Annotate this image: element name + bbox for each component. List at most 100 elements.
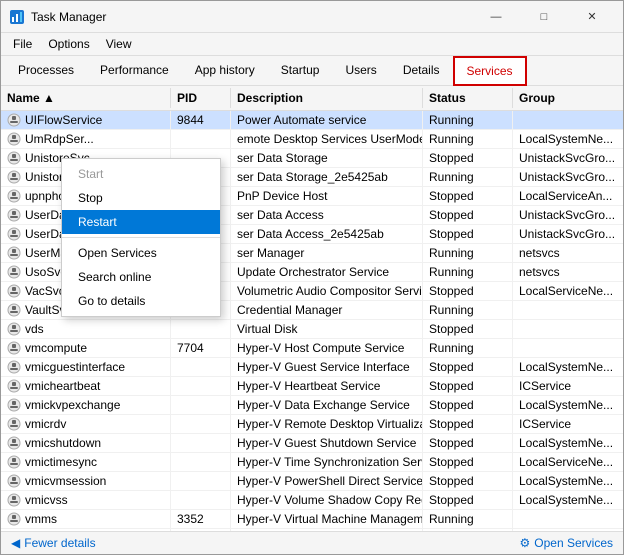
table-row[interactable]: vmicrdv Hyper-V Remote Desktop Virtualiz… <box>1 415 623 434</box>
footer: ◀ Fewer details ⚙ Open Services <box>1 531 623 554</box>
table-row[interactable]: vmicheartbeat Hyper-V Heartbeat Service … <box>1 377 623 396</box>
table-row[interactable]: vmicguestinterface Hyper-V Guest Service… <box>1 358 623 377</box>
cell-name: vmicrdv <box>1 415 171 433</box>
cell-description: Hyper-V Heartbeat Service <box>231 377 423 395</box>
window-title: Task Manager <box>31 10 473 24</box>
chevron-up-icon: ◀ <box>11 536 20 550</box>
tab-processes[interactable]: Processes <box>5 56 87 85</box>
cell-status: Running <box>423 244 513 262</box>
tab-details[interactable]: Details <box>390 56 453 85</box>
cell-name: vmcompute <box>1 339 171 357</box>
fewer-details-button[interactable]: ◀ Fewer details <box>11 536 96 550</box>
cell-pid: 9844 <box>171 111 231 129</box>
service-icon <box>7 284 21 298</box>
table-row[interactable]: UmRdpSer... emote Desktop Services UserM… <box>1 130 623 149</box>
cell-description: Power Automate service <box>231 111 423 129</box>
table-row[interactable]: vds Virtual Disk Stopped <box>1 320 623 339</box>
col-group[interactable]: Group <box>513 88 623 108</box>
cell-description: Virtual Disk <box>231 320 423 338</box>
menu-view[interactable]: View <box>100 35 138 53</box>
service-icon <box>7 474 21 488</box>
cell-description: ser Manager <box>231 244 423 262</box>
col-pid[interactable]: PID <box>171 88 231 108</box>
service-icon <box>7 379 21 393</box>
minimize-button[interactable]: — <box>473 2 519 32</box>
tab-app-history[interactable]: App history <box>182 56 268 85</box>
service-icon <box>7 246 21 260</box>
cell-description: ser Data Storage_2e5425ab <box>231 168 423 186</box>
cell-status: Stopped <box>423 320 513 338</box>
cell-pid <box>171 491 231 509</box>
table-row[interactable]: UIFlowService 9844 Power Automate servic… <box>1 111 623 130</box>
table-row[interactable]: vmictimesync Hyper-V Time Synchronizatio… <box>1 453 623 472</box>
service-icon <box>7 360 21 374</box>
cell-group: UnistackSvcGro... <box>513 149 623 167</box>
col-name[interactable]: Name ▲ <box>1 88 171 108</box>
col-description[interactable]: Description <box>231 88 423 108</box>
cell-name: VSS <box>1 529 171 531</box>
table-row[interactable]: vmickvpexchange Hyper-V Data Exchange Se… <box>1 396 623 415</box>
cell-group: LocalSystemNe... <box>513 396 623 414</box>
open-services-button[interactable]: ⚙ Open Services <box>520 536 613 550</box>
task-manager-window: Task Manager — □ ✕ File Options View Pro… <box>0 0 624 555</box>
cell-group: netsvcs <box>513 263 623 281</box>
service-icon <box>7 322 21 336</box>
table-row[interactable]: vmicshutdown Hyper-V Guest Shutdown Serv… <box>1 434 623 453</box>
cell-pid <box>171 358 231 376</box>
cell-group: UnistackSvcGro... <box>513 168 623 186</box>
maximize-button[interactable]: □ <box>521 2 567 32</box>
cell-group <box>513 529 623 531</box>
close-button[interactable]: ✕ <box>569 2 615 32</box>
table-row[interactable]: vmms 3352 Hyper-V Virtual Machine Manage… <box>1 510 623 529</box>
cell-name: vmicvss <box>1 491 171 509</box>
cell-name: vmictimesync <box>1 453 171 471</box>
cell-description: Hyper-V Guest Service Interface <box>231 358 423 376</box>
cell-name: vmicvmsession <box>1 472 171 490</box>
cell-description: Volume Shadow Copy <box>231 529 423 531</box>
col-status[interactable]: Status <box>423 88 513 108</box>
service-icon <box>7 132 21 146</box>
ctx-start[interactable]: Start <box>62 162 220 186</box>
cell-description: ser Data Access <box>231 206 423 224</box>
cell-group: LocalSystemNe... <box>513 472 623 490</box>
service-icon <box>7 341 21 355</box>
table-row[interactable]: vmicvmsession Hyper-V PowerShell Direct … <box>1 472 623 491</box>
service-icon <box>7 303 21 317</box>
cell-description: PnP Device Host <box>231 187 423 205</box>
cell-group <box>513 301 623 319</box>
menu-options[interactable]: Options <box>42 35 95 53</box>
menu-file[interactable]: File <box>7 35 38 53</box>
ctx-open-services[interactable]: Open Services <box>62 241 220 265</box>
table-row[interactable]: VSS Volume Shadow Copy Stopped <box>1 529 623 531</box>
cell-status: Stopped <box>423 453 513 471</box>
cell-description: Hyper-V Time Synchronization Service <box>231 453 423 471</box>
tab-startup[interactable]: Startup <box>268 56 333 85</box>
cell-pid: 3352 <box>171 510 231 528</box>
cell-group: LocalSystemNe... <box>513 130 623 148</box>
content-area: Name ▲ PID Description Status Group UIFl… <box>1 86 623 531</box>
cell-status: Stopped <box>423 377 513 395</box>
cell-status: Stopped <box>423 225 513 243</box>
window-controls: — □ ✕ <box>473 2 615 32</box>
cell-name: vds <box>1 320 171 338</box>
ctx-stop[interactable]: Stop <box>62 186 220 210</box>
table-row[interactable]: vmcompute 7704 Hyper-V Host Compute Serv… <box>1 339 623 358</box>
cell-description: ser Data Access_2e5425ab <box>231 225 423 243</box>
tab-bar: Processes Performance App history Startu… <box>1 56 623 86</box>
cell-description: Credential Manager <box>231 301 423 319</box>
cell-group <box>513 510 623 528</box>
cell-group <box>513 320 623 338</box>
tab-performance[interactable]: Performance <box>87 56 182 85</box>
cell-status: Running <box>423 339 513 357</box>
title-bar: Task Manager — □ ✕ <box>1 1 623 33</box>
tab-users[interactable]: Users <box>332 56 389 85</box>
table-row[interactable]: vmicvss Hyper-V Volume Shadow Copy Reque… <box>1 491 623 510</box>
ctx-search-online[interactable]: Search online <box>62 265 220 289</box>
tab-services[interactable]: Services <box>453 56 527 86</box>
cell-group: UnistackSvcGro... <box>513 225 623 243</box>
services-icon: ⚙ <box>520 536 531 550</box>
ctx-restart[interactable]: Restart <box>62 210 220 234</box>
cell-description: Hyper-V Host Compute Service <box>231 339 423 357</box>
ctx-go-to-details[interactable]: Go to details <box>62 289 220 313</box>
cell-pid <box>171 434 231 452</box>
